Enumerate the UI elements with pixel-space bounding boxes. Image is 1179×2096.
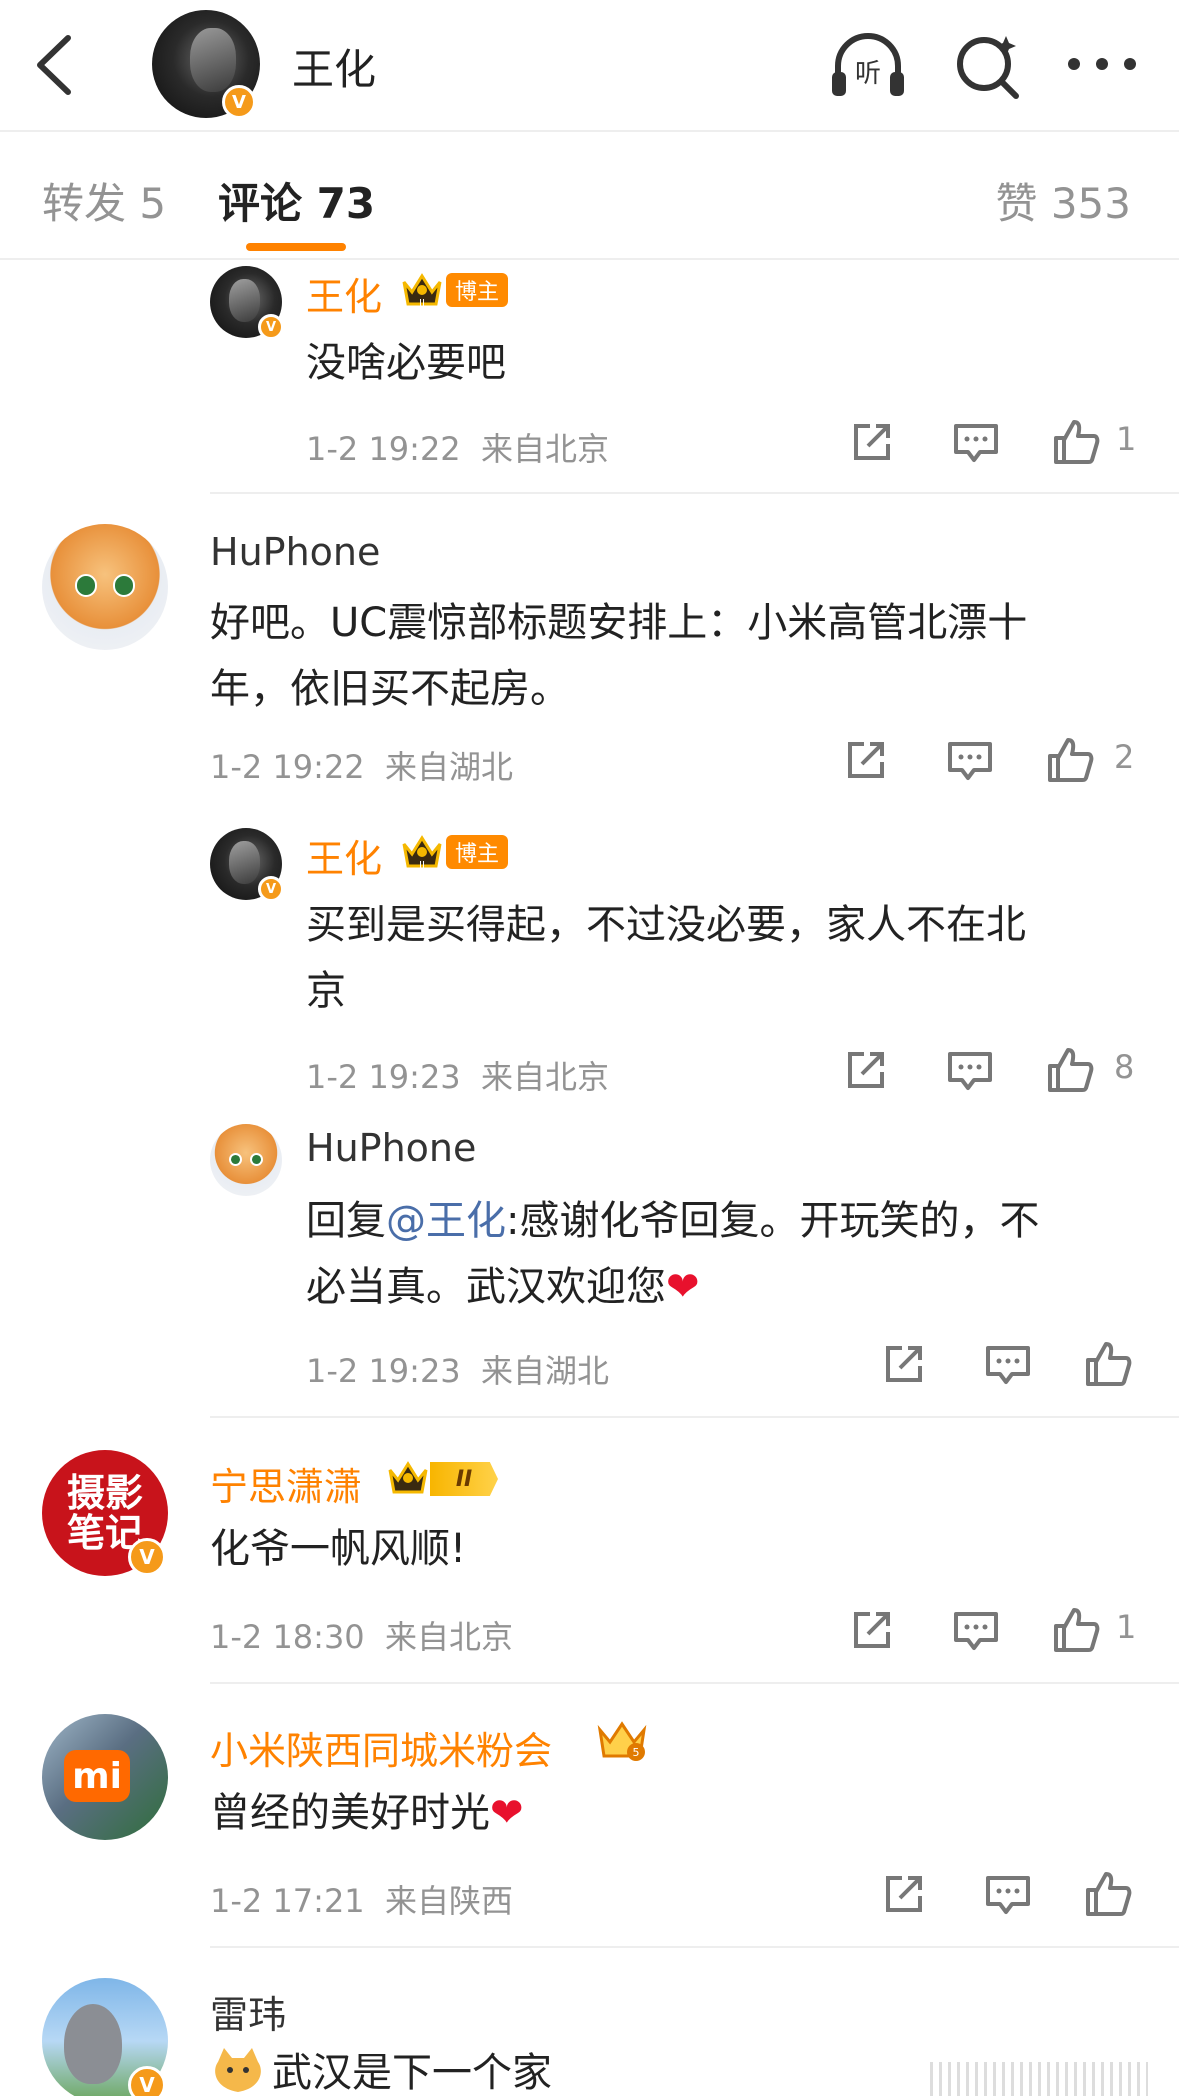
- comment-time: 1-2 19:22 来自北京: [306, 430, 610, 468]
- share-icon[interactable]: [848, 1606, 896, 1654]
- heart-emoji-icon: ❤: [490, 1790, 524, 1836]
- comment-time: 1-2 17:21 来自陕西: [210, 1882, 514, 1920]
- crown-icon: II: [402, 273, 442, 309]
- verified-badge-icon: V: [128, 1538, 166, 1576]
- xiaomi-logo-icon: mi: [64, 1750, 130, 1802]
- comment-actions: 8: [842, 1046, 1138, 1102]
- divider: [210, 492, 1179, 494]
- like-count: 2: [1114, 738, 1135, 776]
- more-icon[interactable]: [1062, 28, 1142, 102]
- like-icon[interactable]: [1046, 1046, 1094, 1094]
- divider: [210, 1682, 1179, 1684]
- active-tab-indicator: [246, 243, 346, 251]
- listen-headphones-icon[interactable]: 听: [828, 28, 908, 102]
- tab-like[interactable]: 赞 353: [995, 170, 1131, 231]
- like-icon[interactable]: [1052, 1606, 1100, 1654]
- divider: [0, 258, 1179, 260]
- comment-icon[interactable]: [946, 736, 994, 784]
- username[interactable]: 宁思潇潇: [210, 1456, 362, 1511]
- svg-text:5: 5: [633, 1746, 640, 1759]
- divider: [210, 1946, 1179, 1948]
- like-icon[interactable]: [1084, 1870, 1132, 1918]
- comment-time: 1-2 19:22 来自湖北: [210, 748, 514, 786]
- comment-actions: 2: [842, 736, 1138, 792]
- divider: [210, 1416, 1179, 1418]
- share-icon[interactable]: [848, 418, 896, 466]
- username[interactable]: 王化: [306, 266, 382, 321]
- share-icon[interactable]: [880, 1340, 928, 1388]
- page-title: 王化: [292, 45, 377, 94]
- verified-badge-icon: V: [222, 85, 256, 119]
- level-badge: II: [430, 1462, 498, 1496]
- comment-text: 买到是买得起，不过没必要，家人不在北 京: [306, 902, 1026, 1014]
- comment-icon[interactable]: [952, 1606, 1000, 1654]
- comment-actions: [880, 1870, 1138, 1926]
- comment-actions: 1: [848, 418, 1138, 474]
- comment-icon[interactable]: [984, 1870, 1032, 1918]
- username[interactable]: HuPhone: [306, 1126, 476, 1170]
- like-icon[interactable]: [1084, 1340, 1132, 1388]
- comment-text: 没啥必要吧: [306, 340, 506, 386]
- like-count: 1: [1116, 1608, 1137, 1646]
- svg-text:II: II: [419, 860, 425, 871]
- author-badge: 博主: [446, 273, 508, 307]
- username[interactable]: HuPhone: [210, 530, 380, 574]
- crown-icon: II: [402, 835, 442, 871]
- comment-text: 好吧。UC震惊部标题安排上：小米高管北漂十 年，依旧买不起房。: [210, 600, 1028, 712]
- share-icon[interactable]: [842, 1046, 890, 1094]
- username[interactable]: 小米陕西同城米粉会: [210, 1720, 552, 1775]
- username[interactable]: 雷玮: [210, 1984, 286, 2039]
- share-icon[interactable]: [880, 1870, 928, 1918]
- verified-badge-icon: V: [258, 876, 284, 902]
- divider: [0, 130, 1179, 132]
- comment-time: 1-2 18:30 来自北京: [210, 1618, 514, 1656]
- comment-actions: [880, 1340, 1138, 1396]
- comment-icon[interactable]: [946, 1046, 994, 1094]
- mention-link[interactable]: @王化: [386, 1198, 506, 1244]
- chevron-left-icon[interactable]: [30, 30, 80, 100]
- avatar[interactable]: [210, 1124, 282, 1196]
- top-bar: V 王化 听: [0, 0, 1179, 130]
- like-count: 1: [1116, 420, 1137, 458]
- svg-text:II: II: [419, 298, 425, 309]
- search-icon[interactable]: [948, 28, 1028, 102]
- share-icon[interactable]: [842, 736, 890, 784]
- crown-icon: [388, 1461, 428, 1494]
- avatar[interactable]: mi: [42, 1714, 168, 1840]
- username[interactable]: 王化: [306, 828, 382, 883]
- comment-text: 武汉是下一个家: [272, 2050, 552, 2096]
- like-icon[interactable]: [1052, 418, 1100, 466]
- comment-time: 1-2 19:23 来自北京: [306, 1058, 610, 1096]
- like-count: 8: [1114, 1048, 1135, 1086]
- watermark-strip: [930, 2062, 1148, 2096]
- svg-text:听: 听: [855, 59, 881, 89]
- avatar[interactable]: [42, 524, 168, 650]
- tab-repost[interactable]: 转发 5: [42, 170, 166, 231]
- comment-time: 1-2 19:23 来自湖北: [306, 1352, 610, 1390]
- author-badge: 博主: [446, 835, 508, 869]
- verified-badge-icon: V: [128, 2066, 166, 2096]
- verified-badge-icon: V: [258, 314, 284, 340]
- comment-actions: 1: [848, 1606, 1138, 1662]
- fan-crown-icon: 5: [597, 1721, 647, 1761]
- like-icon[interactable]: [1046, 736, 1094, 784]
- comment-text: 回复@王化:感谢化爷回复。开玩笑的，不 必当真。武汉欢迎您❤: [306, 1198, 1040, 1310]
- comment-icon[interactable]: [952, 418, 1000, 466]
- tab-comment[interactable]: 评论 73: [218, 170, 375, 231]
- cat-emoji-icon: [215, 2048, 261, 2092]
- comment-text: 化爷一帆风顺!: [210, 1526, 467, 1572]
- heart-emoji-icon: ❤: [666, 1264, 700, 1310]
- comment-icon[interactable]: [984, 1340, 1032, 1388]
- comment-text: 曾经的美好时光❤: [210, 1790, 524, 1836]
